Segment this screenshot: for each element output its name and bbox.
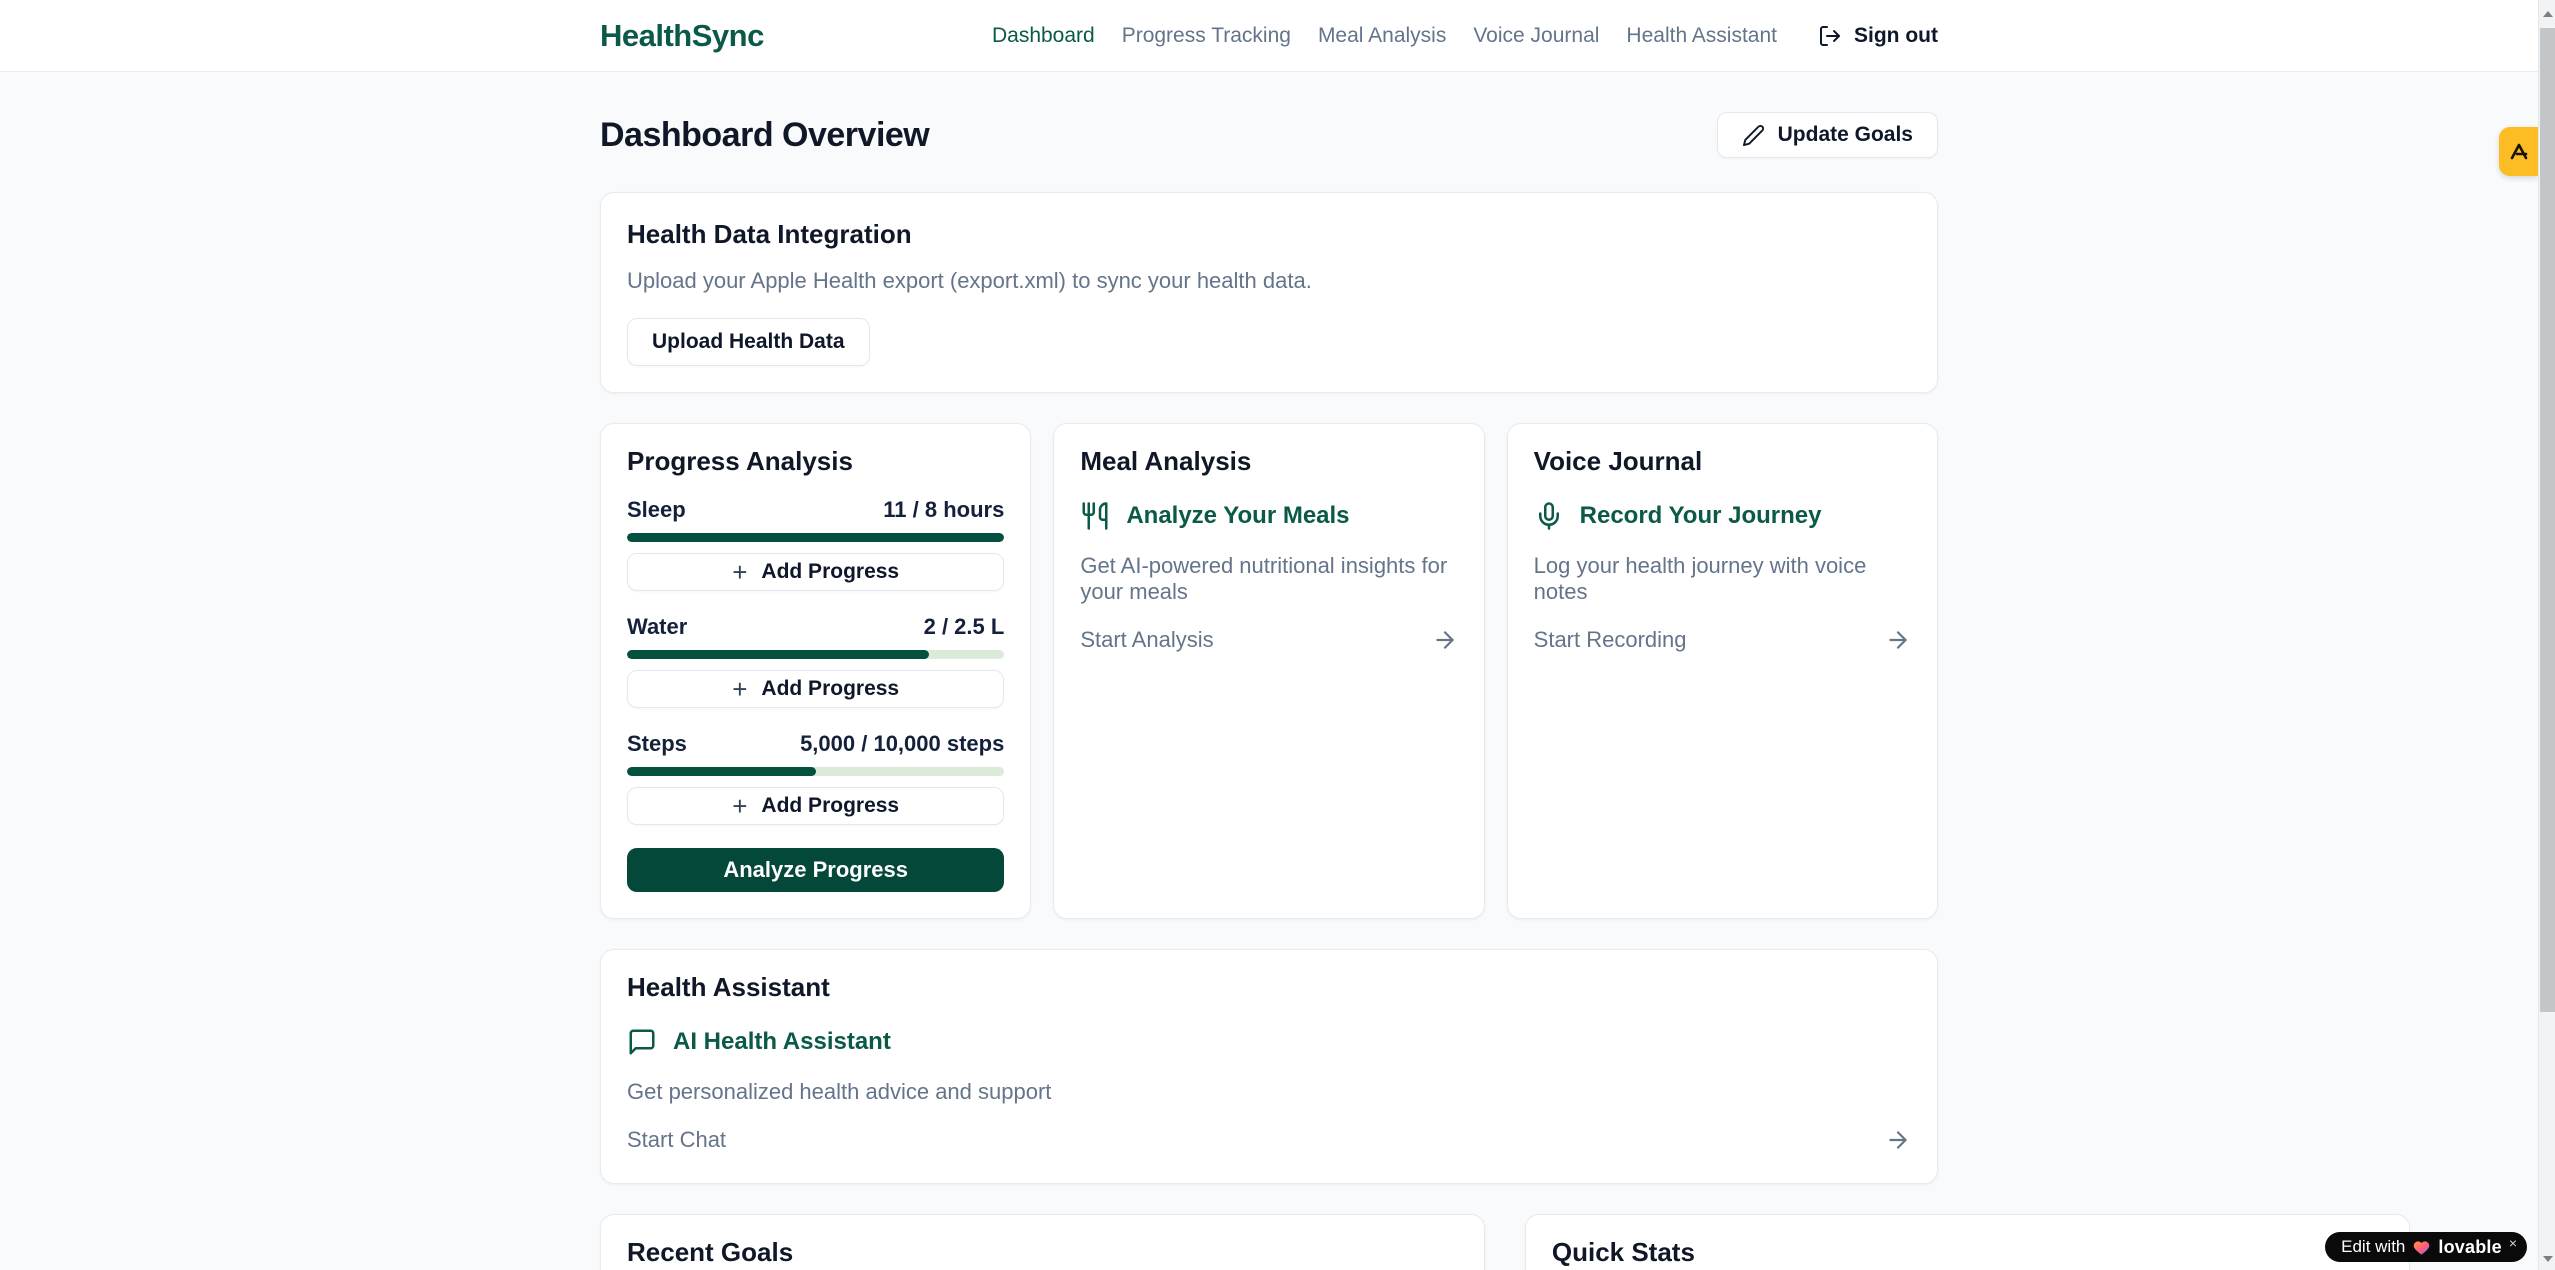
meal-analysis-card: Meal Analysis Analyze Your Meals Get AI-… — [1053, 423, 1484, 919]
logout-icon — [1818, 24, 1842, 48]
health-data-description: Upload your Apple Health export (export.… — [627, 268, 1911, 294]
steps-goal: Steps 5,000 / 10,000 steps + Add Progres… — [627, 731, 1004, 825]
water-goal: Water 2 / 2.5 L + Add Progress — [627, 614, 1004, 708]
progress-analysis-title: Progress Analysis — [627, 446, 1004, 477]
scrollbar-up-arrow[interactable] — [2539, 5, 2555, 22]
plus-icon: + — [732, 676, 747, 702]
sleep-label: Sleep — [627, 497, 686, 523]
ai-health-assistant-link[interactable]: AI Health Assistant — [627, 1027, 1911, 1057]
add-steps-progress-button[interactable]: + Add Progress — [627, 787, 1004, 825]
start-analysis-label: Start Analysis — [1080, 627, 1213, 653]
ai-health-assistant-label: AI Health Assistant — [673, 1028, 891, 1056]
record-your-journey-link[interactable]: Record Your Journey — [1534, 501, 1911, 531]
voice-journal-card: Voice Journal Record Your Journey Log yo… — [1507, 423, 1938, 919]
start-analysis-button[interactable]: Start Analysis — [1080, 627, 1457, 653]
upload-health-data-button[interactable]: Upload Health Data — [627, 318, 870, 366]
record-your-journey-label: Record Your Journey — [1580, 502, 1822, 530]
health-assistant-title: Health Assistant — [627, 972, 1911, 1003]
steps-progress-bar — [627, 767, 1004, 776]
sleep-goal: Sleep 11 / 8 hours + Add Progress — [627, 497, 1004, 591]
nav-health-assistant[interactable]: Health Assistant — [1626, 24, 1777, 48]
lovable-label: lovable — [2438, 1237, 2501, 1258]
utensils-icon — [1080, 501, 1110, 531]
analyze-your-meals-label: Analyze Your Meals — [1126, 502, 1349, 530]
water-label: Water — [627, 614, 687, 640]
nav-dashboard[interactable]: Dashboard — [992, 24, 1095, 48]
voice-journal-title: Voice Journal — [1534, 446, 1911, 477]
water-progress-bar — [627, 650, 1004, 659]
health-assistant-description: Get personalized health advice and suppo… — [627, 1079, 1911, 1105]
quick-stats-title: Quick Stats — [1552, 1237, 2383, 1268]
recent-goals-card: Recent Goals Select Date Today Yesterday… — [600, 1214, 1485, 1270]
lovable-edit-button[interactable] — [2499, 127, 2538, 176]
health-data-title: Health Data Integration — [627, 219, 1911, 250]
plus-icon: + — [732, 793, 747, 819]
water-value: 2 / 2.5 L — [924, 614, 1005, 640]
dashboard-main: Dashboard Overview Update Goals Health D… — [600, 112, 1938, 1270]
health-assistant-card: Health Assistant AI Health Assistant Get… — [600, 949, 1938, 1184]
main-nav: Dashboard Progress Tracking Meal Analysi… — [992, 24, 1938, 48]
nav-progress-tracking[interactable]: Progress Tracking — [1122, 24, 1291, 48]
analyze-your-meals-link[interactable]: Analyze Your Meals — [1080, 501, 1457, 531]
arrow-right-icon — [1432, 627, 1458, 653]
badge-close-icon[interactable]: × — [2509, 1235, 2517, 1251]
arrow-right-icon — [1885, 1127, 1911, 1153]
lovable-badge[interactable]: Edit with lovable × — [2325, 1232, 2527, 1262]
top-nav: HealthSync Dashboard Progress Tracking M… — [0, 0, 2538, 72]
quick-stats-card: Quick Stats Select Date Today Yesterday … — [1525, 1214, 2410, 1270]
start-recording-label: Start Recording — [1534, 627, 1687, 653]
analyze-progress-button[interactable]: Analyze Progress — [627, 848, 1004, 892]
add-progress-label: Add Progress — [761, 677, 899, 701]
plus-icon: + — [732, 559, 747, 585]
arrow-right-icon — [1885, 627, 1911, 653]
nav-voice-journal[interactable]: Voice Journal — [1473, 24, 1599, 48]
sleep-value: 11 / 8 hours — [883, 497, 1004, 523]
scrollbar-down-arrow[interactable] — [2539, 1250, 2555, 1267]
voice-journal-description: Log your health journey with voice notes — [1534, 553, 1911, 605]
start-chat-button[interactable]: Start Chat — [627, 1127, 1911, 1153]
add-water-progress-button[interactable]: + Add Progress — [627, 670, 1004, 708]
upload-health-data-label: Upload Health Data — [652, 330, 845, 354]
page-title: Dashboard Overview — [600, 116, 929, 155]
start-chat-label: Start Chat — [627, 1127, 726, 1153]
update-goals-label: Update Goals — [1778, 123, 1913, 147]
add-progress-label: Add Progress — [761, 560, 899, 584]
edit-with-label: Edit with — [2341, 1237, 2405, 1257]
scrollbar[interactable] — [2538, 0, 2555, 1270]
mic-icon — [1534, 501, 1564, 531]
add-sleep-progress-button[interactable]: + Add Progress — [627, 553, 1004, 591]
sign-out-label: Sign out — [1854, 24, 1938, 48]
scrollbar-thumb[interactable] — [2540, 28, 2555, 1012]
heart-icon — [2412, 1238, 2431, 1257]
meal-analysis-description: Get AI-powered nutritional insights for … — [1080, 553, 1457, 605]
app-logo[interactable]: HealthSync — [600, 18, 764, 54]
steps-value: 5,000 / 10,000 steps — [800, 731, 1004, 757]
analyze-progress-label: Analyze Progress — [723, 857, 908, 883]
pencil-icon — [1742, 124, 1765, 147]
progress-analysis-card: Progress Analysis Sleep 11 / 8 hours + A… — [600, 423, 1031, 919]
lovable-logo-icon — [2507, 140, 2531, 164]
steps-label: Steps — [627, 731, 687, 757]
add-progress-label: Add Progress — [761, 794, 899, 818]
update-goals-button[interactable]: Update Goals — [1717, 112, 1938, 158]
start-recording-button[interactable]: Start Recording — [1534, 627, 1911, 653]
recent-goals-title: Recent Goals — [627, 1237, 1458, 1268]
nav-meal-analysis[interactable]: Meal Analysis — [1318, 24, 1446, 48]
health-data-integration-card: Health Data Integration Upload your Appl… — [600, 192, 1938, 393]
sign-out-button[interactable]: Sign out — [1818, 24, 1938, 48]
meal-analysis-title: Meal Analysis — [1080, 446, 1457, 477]
sleep-progress-bar — [627, 533, 1004, 542]
chat-bubble-icon — [627, 1027, 657, 1057]
